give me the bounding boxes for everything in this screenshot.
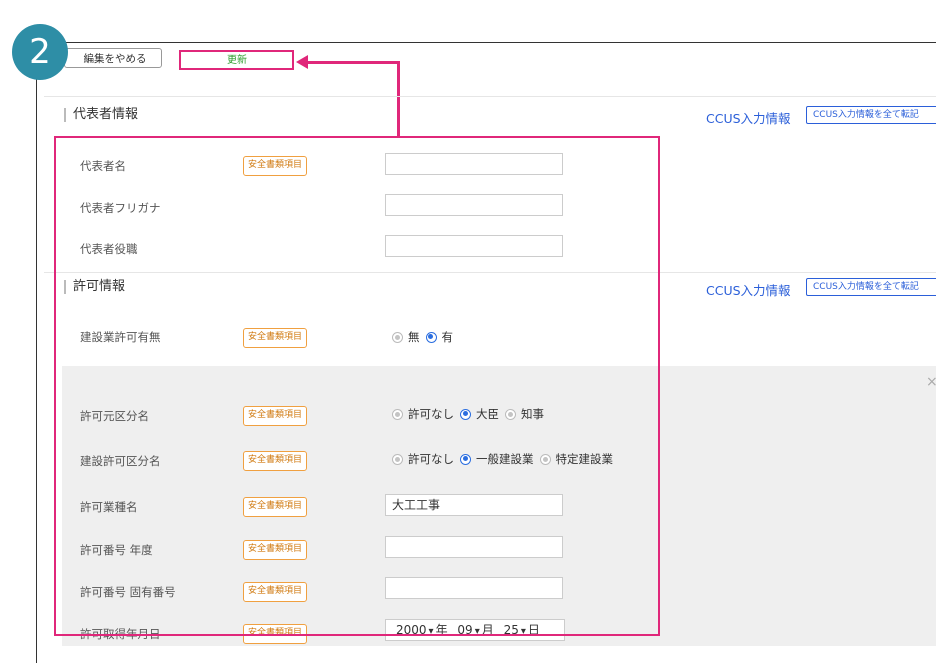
radio-governor[interactable] [505,408,516,420]
radio-none-label: 無 [408,330,420,344]
permit-section-title: 許可情報 [64,280,125,294]
safety-doc-tag: 安全書類項目 [243,328,308,348]
safety-doc-tag: 安全書類項目 [243,156,308,176]
permit-type-radio-group: 許可なし 一般建設業 特定建設業 [392,451,619,467]
close-icon[interactable]: × [926,374,936,390]
chevron-down-icon[interactable]: ▾ [429,626,434,637]
rep-name-input[interactable] [385,153,563,175]
permit-year-input[interactable] [385,536,563,558]
industry-input[interactable]: 大工工事 [385,494,563,516]
ccus-copy-all-button[interactable]: CCUS入力情報を全て転記 [806,278,936,296]
ccus-info-link[interactable]: CCUS入力情報 [706,108,791,127]
safety-doc-tag: 安全書類項目 [243,497,308,517]
representative-section-title: 代表者情報 [64,108,138,122]
rep-name-label: 代表者名 [80,159,126,173]
radio-minister[interactable] [460,408,471,420]
radio-label: 知事 [521,407,544,421]
radio-special[interactable] [539,453,551,465]
month-unit: 月 [481,623,494,637]
radio-label: 大臣 [476,407,499,421]
update-button[interactable]: 更新 [182,52,292,68]
permit-type-label: 建設許可区分名 [80,454,161,468]
safety-doc-tag: 安全書類項目 [243,406,308,426]
ccus-copy-all-button[interactable]: CCUS入力情報を全て転記 [806,106,936,124]
radio-label: 特定建設業 [555,452,614,466]
has-permit-label: 建設業許可有無 [80,330,161,344]
radio-label: 許可なし [408,407,454,421]
rep-kana-input[interactable] [385,194,563,216]
divider [44,96,936,97]
radio-none[interactable] [392,331,403,343]
radio-no-permit[interactable] [392,408,403,420]
permit-year-label: 許可番号 年度 [80,543,153,557]
day-unit: 日 [527,623,540,637]
step-badge: 2 [12,24,68,80]
connector-line-h [304,61,400,64]
safety-doc-tag: 安全書類項目 [243,624,308,644]
has-permit-radio-group: 無 有 [392,329,459,345]
chevron-down-icon[interactable]: ▾ [521,626,526,637]
radio-no-permit[interactable] [392,453,403,465]
safety-doc-tag: 安全書類項目 [243,582,308,602]
radio-yes-label: 有 [441,330,454,344]
cancel-edit-button[interactable]: 編集をやめる [64,48,162,68]
rep-kana-label: 代表者フリガナ [80,201,161,215]
radio-general[interactable] [460,453,471,465]
year-unit: 年 [435,623,448,637]
radio-yes[interactable] [425,331,437,343]
radio-label: 一般建設業 [476,452,534,466]
connector-line-v [397,61,400,137]
ccus-info-link[interactable]: CCUS入力情報 [706,280,791,299]
safety-doc-tag: 安全書類項目 [243,540,308,560]
month-select[interactable]: 09 [457,623,472,637]
industry-label: 許可業種名 [80,500,138,514]
day-select[interactable]: 25 [504,623,519,637]
permit-source-label: 許可元区分名 [80,409,149,423]
radio-label: 許可なし [408,452,454,466]
year-select[interactable]: 2000 [396,623,427,637]
chevron-down-icon[interactable]: ▾ [475,626,480,637]
permit-source-radio-group: 許可なし 大臣 知事 [392,406,550,422]
arrow-head-icon [296,55,308,69]
divider [44,272,936,273]
rep-title-input[interactable] [385,235,563,257]
permit-unique-number-label: 許可番号 固有番号 [80,585,176,599]
rep-title-label: 代表者役職 [80,242,138,256]
permit-date-label: 許可取得年月日 [80,627,161,641]
permit-unique-number-input[interactable] [385,577,563,599]
permit-date-picker: 2000 ▾ 年 09 ▾ 月 25 ▾ 日 [385,619,565,641]
safety-doc-tag: 安全書類項目 [243,451,308,471]
